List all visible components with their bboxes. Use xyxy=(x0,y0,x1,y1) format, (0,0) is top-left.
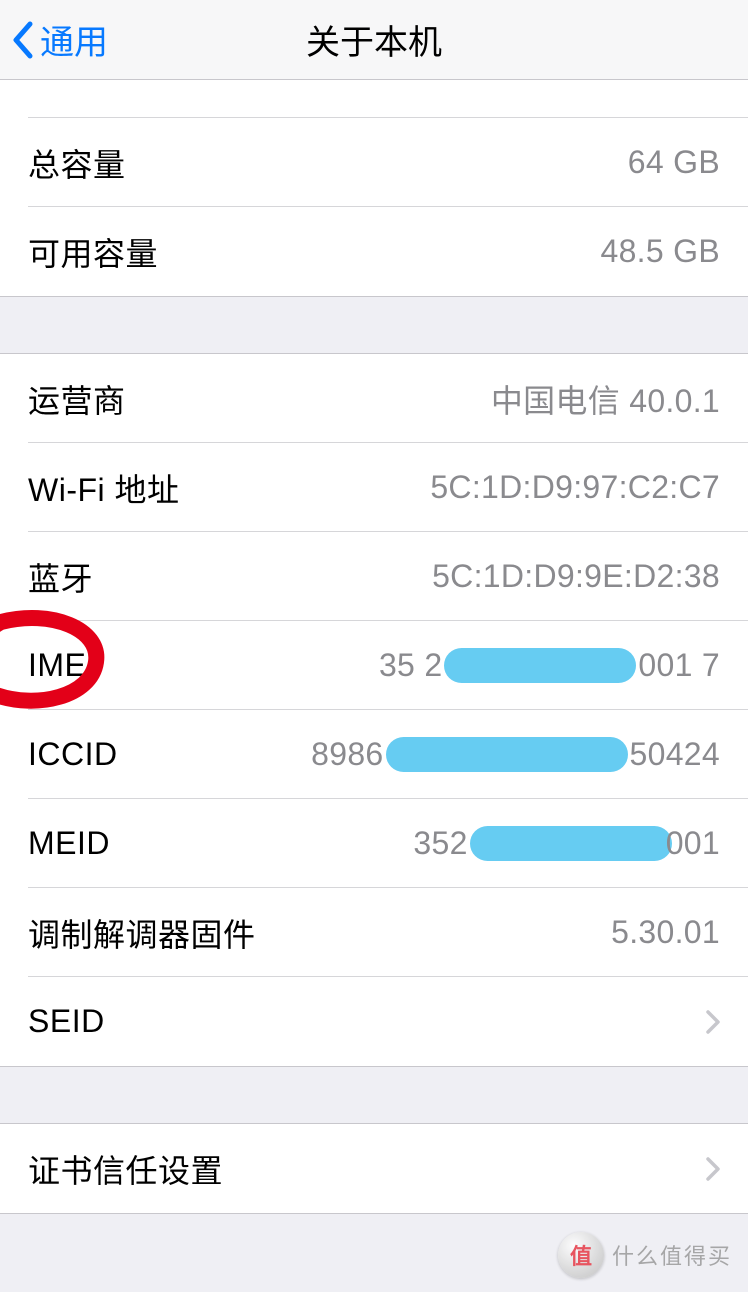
setting-value: 64 GB xyxy=(628,144,720,181)
setting-label: MEID xyxy=(28,825,110,862)
setting-label: 蓝牙 xyxy=(28,554,93,600)
setting-value: 48.5 GB xyxy=(600,233,720,270)
settings-group-certificates: 证书信任设置 xyxy=(0,1123,748,1214)
back-button[interactable]: 通用 xyxy=(0,15,108,64)
list-item: 调制解调器固件 5.30.01 xyxy=(0,888,748,977)
setting-label: 运营商 xyxy=(28,376,126,422)
setting-value xyxy=(698,1010,720,1034)
list-item: Wi-Fi 地址 5C:1D:D9:97:C2:C7 xyxy=(0,443,748,532)
setting-value: 5C:1D:D9:9E:D2:38 xyxy=(432,558,720,595)
watermark-icon: 值 xyxy=(558,1232,604,1278)
page-title: 关于本机 xyxy=(0,15,748,64)
list-item: ICCID 8986 50424 xyxy=(0,710,748,799)
setting-value: 352 001 xyxy=(413,825,720,862)
list-item: MEID 352 001 xyxy=(0,799,748,888)
redaction-mark xyxy=(386,737,628,772)
setting-label: Wi-Fi 地址 xyxy=(28,465,180,511)
value-prefix: 35 2 xyxy=(379,647,442,684)
value-suffix: 001 xyxy=(666,825,720,862)
settings-group-network: 运营商 中国电信 40.0.1 Wi-Fi 地址 5C:1D:D9:97:C2:… xyxy=(0,353,748,1067)
setting-label: IMEI xyxy=(28,647,96,684)
watermark: 值 什么值得买 xyxy=(558,1232,732,1278)
list-item-certificates[interactable]: 证书信任设置 xyxy=(0,1124,748,1213)
list-item: 运营商 中国电信 40.0.1 xyxy=(0,354,748,443)
list-item: 可用容量 48.5 GB xyxy=(0,207,748,296)
navigation-bar: 通用 关于本机 xyxy=(0,0,748,80)
value-suffix: 50424 xyxy=(630,736,720,773)
watermark-text: 什么值得买 xyxy=(612,1239,732,1271)
setting-label: ICCID xyxy=(28,736,118,773)
back-label: 通用 xyxy=(40,15,108,64)
chevron-right-icon xyxy=(706,1157,720,1181)
redaction-mark xyxy=(470,826,672,861)
setting-label: SEID xyxy=(28,1003,105,1040)
setting-value: 5.30.01 xyxy=(611,914,720,951)
setting-value: 8986 50424 xyxy=(311,736,720,773)
value-prefix: 352 xyxy=(413,825,467,862)
setting-value: 35 2 001 7 xyxy=(379,647,720,684)
setting-label: 证书信任设置 xyxy=(28,1146,223,1192)
settings-group-storage: 总容量 64 GB 可用容量 48.5 GB xyxy=(0,80,748,297)
value-prefix: 8986 xyxy=(311,736,383,773)
setting-value xyxy=(698,1157,720,1181)
list-item-imei: IMEI 35 2 001 7 xyxy=(0,621,748,710)
list-item-seid[interactable]: SEID xyxy=(0,977,748,1066)
setting-value: 5C:1D:D9:97:C2:C7 xyxy=(430,469,720,506)
setting-label: 总容量 xyxy=(28,140,126,186)
setting-label: 可用容量 xyxy=(28,229,158,275)
setting-label: 调制解调器固件 xyxy=(28,910,256,956)
chevron-left-icon xyxy=(10,20,36,60)
list-item: 总容量 64 GB xyxy=(0,118,748,207)
value-suffix: 001 7 xyxy=(638,647,720,684)
list-item: 蓝牙 5C:1D:D9:9E:D2:38 xyxy=(0,532,748,621)
setting-value: 中国电信 40.0.1 xyxy=(491,376,720,422)
list-item xyxy=(0,80,748,118)
redaction-mark xyxy=(444,648,636,683)
chevron-right-icon xyxy=(706,1010,720,1034)
